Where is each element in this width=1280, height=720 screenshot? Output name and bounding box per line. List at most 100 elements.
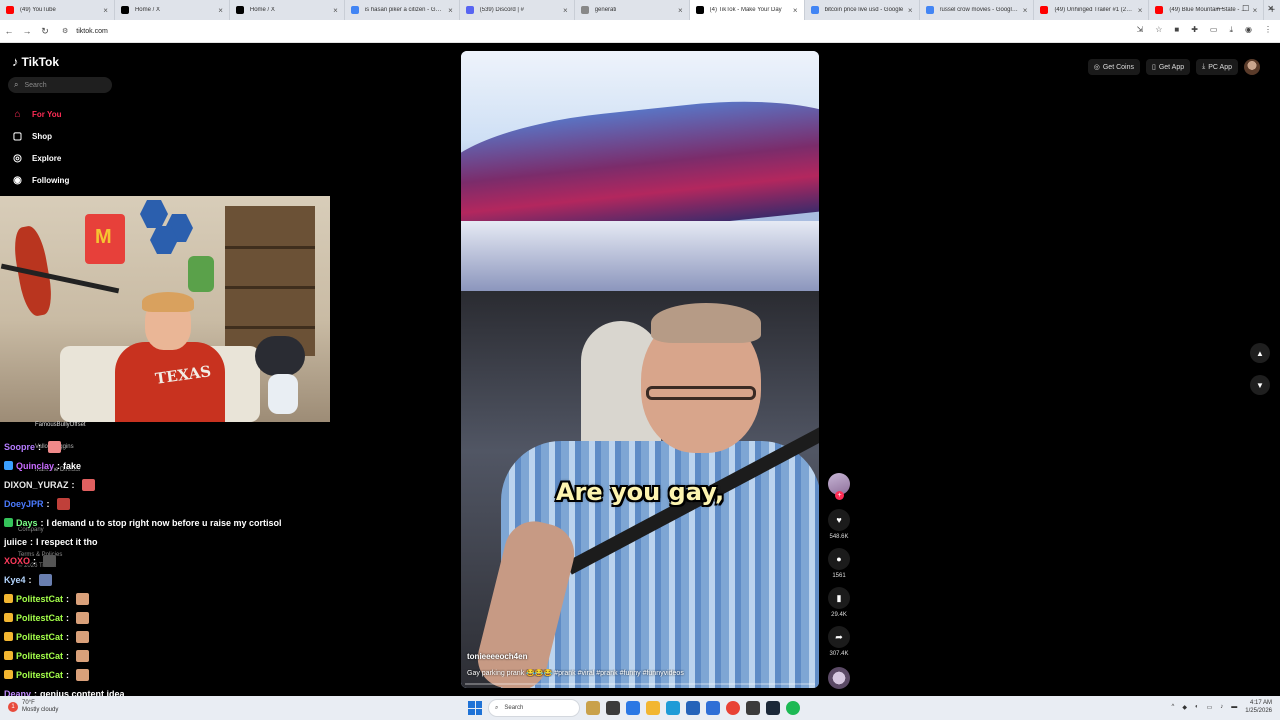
copilot-icon[interactable]: [626, 701, 640, 715]
video-player[interactable]: Are you gay, tonieeeeoch4en Gay parking …: [461, 51, 819, 688]
browser-tab[interactable]: is hasan piker a citizen - Goog ×: [345, 0, 460, 20]
chat-username[interactable]: DIXON_YURAZ: [4, 480, 69, 490]
browser-tab[interactable]: generati ×: [575, 0, 690, 20]
follow-plus-icon[interactable]: +: [835, 491, 844, 500]
edge-icon[interactable]: [666, 701, 680, 715]
get-coins-button[interactable]: ◎ Get Coins: [1087, 59, 1140, 75]
back-icon[interactable]: ←: [0, 26, 18, 36]
battery-icon[interactable]: ▬: [1231, 704, 1237, 710]
browser-tab[interactable]: Home / X ×: [115, 0, 230, 20]
pc-app-button[interactable]: ⤓ PC App: [1196, 59, 1238, 75]
task-view-icon[interactable]: [606, 701, 620, 715]
forward-icon[interactable]: →: [18, 26, 36, 36]
following-item[interactable]: FamousBullyOffset: [35, 422, 86, 428]
site-info-icon[interactable]: ⚙: [62, 27, 68, 35]
extension-icon[interactable]: ■: [1174, 25, 1179, 35]
tray-app-icon[interactable]: ◆: [1182, 704, 1187, 711]
chat-username[interactable]: XOXO: [4, 556, 30, 566]
chat-username[interactable]: DoeyJPR: [4, 499, 44, 509]
start-icon[interactable]: [468, 701, 482, 715]
browser-tab[interactable]: (49) Unhinged Trailer #1 (2020 ×: [1034, 0, 1150, 20]
address-bar: ← → ↻ ⚙ tiktok.com ⇲ ☆ ■ ✚ ▭ ⤓ ◉ ⋮: [0, 20, 1280, 43]
video-author[interactable]: tonieeeeoch4en: [467, 652, 527, 661]
chat-username[interactable]: PolitestCat: [16, 613, 63, 623]
browser-tab[interactable]: (539) Discord | # ×: [460, 0, 575, 20]
network-icon[interactable]: ▭: [1207, 704, 1213, 711]
chat-username[interactable]: PolitestCat: [16, 594, 63, 604]
sidebar-item-shop[interactable]: ▢ Shop: [10, 125, 69, 147]
app-icon[interactable]: [746, 701, 760, 715]
puzzle-icon[interactable]: ✚: [1191, 25, 1198, 35]
chat-username[interactable]: PolitestCat: [16, 670, 63, 680]
mail-icon[interactable]: [706, 701, 720, 715]
tray-chevron-icon[interactable]: ^: [1172, 704, 1175, 710]
taskbar-search[interactable]: ⌕ Search: [488, 699, 580, 717]
url-field[interactable]: ⚙ tiktok.com: [62, 27, 108, 36]
browser-tab[interactable]: Home / X ×: [230, 0, 345, 20]
browser-tab[interactable]: (4) TikTok - Make Your Day ×: [689, 0, 805, 20]
widgets-icon[interactable]: [586, 701, 600, 715]
file-explorer-icon[interactable]: [646, 701, 660, 715]
clock[interactable]: 4:17 AM 1/25/2026: [1245, 699, 1272, 715]
tab-close-icon[interactable]: ×: [333, 6, 338, 15]
tab-close-icon[interactable]: ×: [908, 6, 913, 15]
comment-button[interactable]: ●: [828, 548, 850, 570]
browser-tab[interactable]: russel crow movies - Google S ×: [920, 0, 1035, 20]
chat-username[interactable]: juiice: [4, 537, 27, 547]
video-progress-bar[interactable]: [465, 683, 815, 685]
previous-video-button[interactable]: ▲: [1250, 343, 1270, 363]
sidebar-item-for-you[interactable]: ⌂ For You: [10, 103, 69, 125]
chat-username[interactable]: Days: [16, 518, 38, 528]
browser-tab[interactable]: bitcoin price live usd - Google ×: [805, 0, 920, 20]
chat-username[interactable]: PolitestCat: [16, 651, 63, 661]
tab-close-icon[interactable]: ×: [1023, 6, 1028, 15]
like-button[interactable]: ♥: [828, 509, 850, 531]
chat-username[interactable]: Soopre: [4, 442, 35, 452]
sidebar-item-following[interactable]: ◉ Following: [10, 169, 69, 191]
close-window-icon[interactable]: ✕: [1267, 4, 1274, 13]
tab-close-icon[interactable]: ×: [563, 6, 568, 15]
music-disc-icon[interactable]: [828, 667, 850, 689]
chat-username[interactable]: Kye4: [4, 575, 26, 585]
tiktok-logo[interactable]: ♪ TikTok: [12, 54, 59, 69]
bookmark-star-icon[interactable]: ☆: [1155, 25, 1162, 35]
sidebar-icon[interactable]: ▭: [1210, 25, 1218, 35]
minimize-icon[interactable]: —: [1216, 4, 1224, 13]
reload-icon[interactable]: ↻: [36, 26, 54, 37]
user-avatar[interactable]: [1244, 59, 1260, 75]
tab-close-icon[interactable]: ×: [218, 6, 223, 15]
creator-avatar[interactable]: +: [828, 473, 850, 500]
video-description[interactable]: Gay parking prank 😂😂😂 #prank #viral #pra…: [467, 669, 807, 677]
spotify-icon[interactable]: [786, 701, 800, 715]
volume-icon[interactable]: ♪: [1220, 704, 1223, 710]
tab-close-icon[interactable]: ×: [448, 6, 453, 15]
download-icon[interactable]: ⤓: [1229, 25, 1233, 35]
store-icon[interactable]: [686, 701, 700, 715]
share-button[interactable]: ➦: [828, 626, 850, 648]
chat-emote-icon: [76, 630, 90, 643]
search-input[interactable]: ⌕ Search: [8, 77, 112, 93]
browser-tab[interactable]: (49) YouTube ×: [0, 0, 115, 20]
pc-app-label: PC App: [1208, 63, 1232, 71]
profile-icon[interactable]: ◉: [1245, 25, 1252, 35]
url-text: tiktok.com: [76, 27, 108, 35]
maximize-icon[interactable]: ☐: [1242, 4, 1249, 13]
tab-favicon-icon: [810, 6, 819, 14]
chrome-icon[interactable]: [726, 701, 740, 715]
next-video-button[interactable]: ▼: [1250, 375, 1270, 395]
tab-close-icon[interactable]: ×: [103, 6, 108, 15]
tab-close-icon[interactable]: ×: [793, 6, 798, 15]
sidebar-item-explore[interactable]: ◎ Explore: [10, 147, 69, 169]
get-app-button[interactable]: ▯ Get App: [1145, 59, 1191, 75]
tab-close-icon[interactable]: ×: [678, 6, 683, 15]
chat-username[interactable]: PolitestCat: [16, 632, 63, 642]
chat-username[interactable]: Quinclay: [16, 461, 54, 471]
menu-icon[interactable]: ⋮: [1264, 25, 1272, 35]
save-button[interactable]: ▮: [828, 587, 850, 609]
language-icon[interactable]: ◐: [1195, 704, 1199, 710]
steam-icon[interactable]: [766, 701, 780, 715]
tab-close-icon[interactable]: ×: [1138, 6, 1143, 15]
weather-widget[interactable]: 1 70°F Mostly cloudy: [8, 700, 58, 714]
install-icon[interactable]: ⇲: [1136, 25, 1143, 35]
chat-separator: :: [46, 498, 50, 509]
